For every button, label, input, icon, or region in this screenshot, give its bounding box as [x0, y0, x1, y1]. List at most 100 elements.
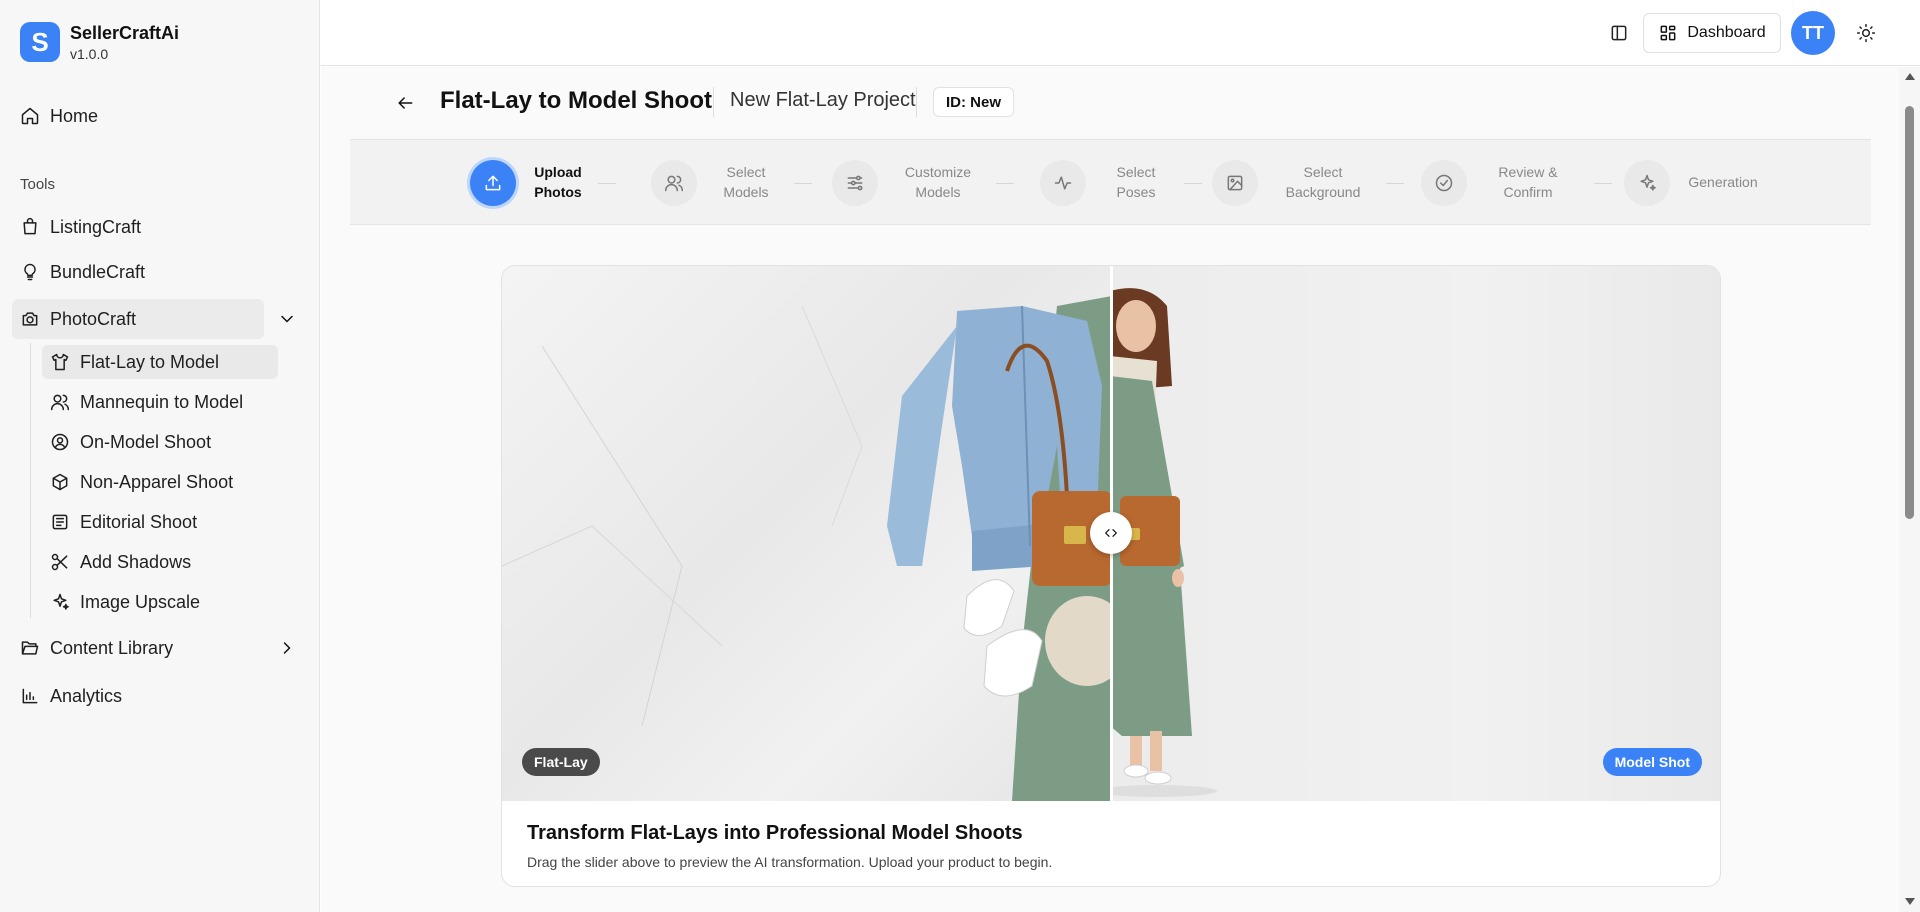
- sparkles-icon: [1640, 174, 1656, 191]
- slider-handle[interactable]: [1090, 512, 1132, 554]
- shopping-bag-icon: [23, 217, 37, 235]
- card-description: Drag the slider above to preview the AI …: [527, 854, 1053, 870]
- activity-icon: [1054, 176, 1072, 190]
- tools-section-label: Tools: [20, 176, 56, 193]
- chevron-right-icon[interactable]: [277, 638, 297, 658]
- sidebar-subitem-mannequin[interactable]: Mannequin to Model: [42, 385, 278, 419]
- sun-icon: [1856, 23, 1876, 43]
- sidebar-item-label: Analytics: [50, 685, 123, 706]
- sliders-icon: [847, 175, 863, 191]
- flat-lay-badge: Flat-Lay: [522, 748, 600, 776]
- shirt-icon: [51, 353, 69, 371]
- newspaper-icon: [52, 514, 68, 530]
- folder-open-icon: [21, 641, 39, 655]
- step-circle-background[interactable]: [1212, 160, 1258, 206]
- step-label-review: Review & Confirm: [1498, 164, 1558, 200]
- step-circle-review[interactable]: [1421, 160, 1467, 206]
- sparkles-icon: [53, 593, 69, 610]
- scroll-down-arrow[interactable]: [1905, 898, 1915, 905]
- sidebar-subitem-shadows[interactable]: Add Shadows: [42, 545, 278, 579]
- brand[interactable]: S SellerCraftAi v1.0.0: [20, 22, 179, 62]
- sidebar-item-analytics[interactable]: Analytics: [12, 676, 264, 716]
- brand-name: SellerCraftAi: [70, 22, 180, 43]
- step-label-customize: Customize Models: [904, 164, 972, 200]
- lightbulb-icon: [24, 263, 36, 281]
- sidebar-item-photocraft[interactable]: PhotoCraft: [12, 299, 264, 339]
- step-circle-poses[interactable]: [1040, 160, 1086, 206]
- preview-card: Flat-Lay Model Shot Transform Flat-Lays …: [501, 265, 1721, 887]
- brand-version: v1.0.0: [70, 45, 109, 62]
- sidebar-item-listingcraft[interactable]: ListingCraft: [12, 207, 264, 247]
- sidebar-item-label: ListingCraft: [50, 216, 142, 237]
- step-connector: [1184, 183, 1202, 184]
- sidebar-item-label: Content Library: [50, 637, 174, 658]
- submenu-guide-line: [30, 343, 31, 618]
- model-shot-image: [1112, 266, 1720, 801]
- step-circle-generation[interactable]: [1624, 160, 1670, 206]
- sidebar-item-bundlecraft[interactable]: BundleCraft: [12, 252, 264, 292]
- step-circle-customize[interactable]: [832, 160, 878, 206]
- step-label-upload: Upload Photos: [534, 164, 582, 200]
- scroll-up-arrow[interactable]: [1905, 73, 1915, 80]
- scroll-thumb[interactable]: [1905, 106, 1914, 519]
- sidebar-subitem-upscale[interactable]: Image Upscale: [42, 585, 278, 619]
- step-label-poses: Select Poses: [1116, 164, 1156, 200]
- sidebar-subitem-editorial[interactable]: Editorial Shoot: [42, 505, 278, 539]
- scissors-icon: [51, 553, 68, 571]
- sidebar-subitem-flat-lay[interactable]: Flat-Lay to Model: [42, 345, 278, 379]
- model-shot-illustration: [1112, 288, 1217, 797]
- page-title: Flat-Lay to Model Shoot: [440, 87, 712, 114]
- dashboard-button[interactable]: Dashboard: [1643, 13, 1781, 53]
- bar-chart-icon: [22, 688, 38, 704]
- header-divider: [713, 87, 714, 117]
- main-content: Flat-Lay to Model Shoot New Flat-Lay Pro…: [321, 67, 1899, 912]
- sidebar-subitem-label: On-Model Shoot: [80, 431, 212, 452]
- step-connector: [598, 183, 616, 184]
- sidebar: S SellerCraftAi v1.0.0 Home Tools Listin…: [0, 0, 320, 912]
- sidebar-item-label: Home: [50, 105, 99, 126]
- sidebar-subitem-on-model[interactable]: On-Model Shoot: [42, 425, 278, 459]
- sidebar-subitem-label: Image Upscale: [80, 591, 201, 612]
- model-shot-badge: Model Shot: [1602, 748, 1702, 776]
- users-icon: [664, 175, 684, 192]
- step-circle-models[interactable]: [651, 160, 697, 206]
- package-icon: [52, 473, 68, 491]
- chevrons-left-right-icon: [1105, 529, 1117, 537]
- header-divider: [916, 87, 917, 117]
- sidebar-subitem-label: Editorial Shoot: [80, 511, 198, 532]
- step-connector: [794, 183, 812, 184]
- step-connector: [1386, 183, 1404, 184]
- main-scrollbar[interactable]: [1899, 67, 1920, 912]
- step-connector: [1594, 183, 1612, 184]
- dashboard-label: Dashboard: [1687, 24, 1766, 41]
- avatar[interactable]: TT: [1791, 11, 1835, 55]
- flat-lay-image: [502, 266, 1112, 801]
- check-circle-icon: [1435, 174, 1453, 192]
- step-label-generation: Generation: [1688, 174, 1758, 190]
- sidebar-subitem-label: Add Shadows: [80, 551, 192, 572]
- home-icon: [21, 107, 39, 125]
- sidebar-item-label: BundleCraft: [50, 261, 146, 282]
- sidebar-item-home[interactable]: Home: [12, 96, 264, 136]
- step-connector: [996, 183, 1014, 184]
- chevron-down-icon[interactable]: [277, 309, 297, 329]
- back-button[interactable]: [391, 89, 419, 117]
- brand-logo: S: [20, 22, 60, 62]
- step-circle-upload[interactable]: [470, 160, 516, 206]
- layout-grid-icon: [1660, 25, 1676, 41]
- upload-icon: [485, 175, 501, 191]
- camera-icon: [22, 312, 38, 326]
- topbar: Dashboard TT: [321, 0, 1920, 66]
- sidebar-subitem-non-apparel[interactable]: Non-Apparel Shoot: [42, 465, 278, 499]
- sidebar-toggle-button[interactable]: [1604, 18, 1634, 48]
- stepper: Upload Photos Select Models Customize Model…: [350, 139, 1871, 225]
- theme-toggle-button[interactable]: [1853, 20, 1879, 46]
- before-after-slider[interactable]: Flat-Lay Model Shot: [502, 266, 1720, 801]
- image-icon: [1227, 175, 1243, 191]
- sidebar-item-label: PhotoCraft: [50, 308, 137, 329]
- step-label-background: Select Background: [1285, 164, 1361, 200]
- step-label-models: Select Models: [723, 164, 769, 200]
- sidebar-item-content-library[interactable]: Content Library: [12, 628, 264, 668]
- users-icon: [50, 394, 70, 411]
- page-header: Flat-Lay to Model Shoot New Flat-Lay Pro…: [321, 67, 1899, 139]
